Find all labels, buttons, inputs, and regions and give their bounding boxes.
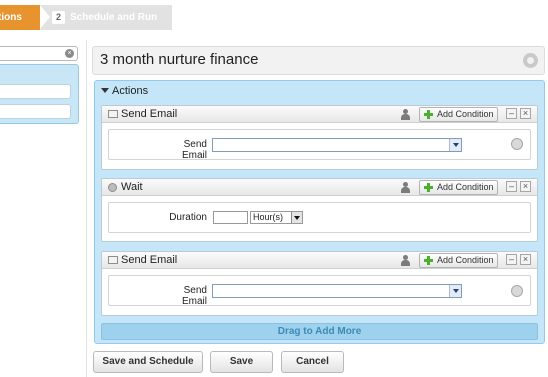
duration-unit-value: Hour(s) <box>253 212 284 222</box>
action-card-body: Duration Hour(s) <box>108 202 531 233</box>
action-card-header: Send Email Add Condition – × <box>102 106 537 123</box>
left-list-item[interactable] <box>0 84 71 99</box>
actions-header-label: Actions <box>112 85 149 97</box>
wizard-step-2-number: 2 <box>52 11 65 24</box>
clock-icon <box>108 183 117 192</box>
collapse-caret-icon[interactable] <box>101 88 109 93</box>
action-card-title: Send Email <box>121 108 178 120</box>
close-button[interactable]: × <box>520 254 531 265</box>
plus-icon <box>424 256 433 265</box>
plus-icon <box>424 110 433 119</box>
send-email-label: Send Email <box>181 139 207 161</box>
minimize-button[interactable]: – <box>506 254 517 265</box>
add-condition-button[interactable]: Add Condition <box>419 180 498 195</box>
action-card-title: Wait <box>121 181 143 193</box>
wizard-step-2-label: Schedule and Run <box>70 12 158 23</box>
clear-search-icon[interactable]: × <box>65 49 74 58</box>
left-action-list <box>0 64 79 124</box>
add-condition-label: Add Condition <box>437 182 494 192</box>
panel-divider <box>86 40 87 377</box>
actions-header[interactable]: Actions <box>101 85 148 97</box>
person-icon[interactable] <box>400 109 411 120</box>
search-input[interactable]: × <box>0 46 78 61</box>
email-options-icon[interactable] <box>511 285 523 297</box>
gear-icon[interactable] <box>523 53 538 68</box>
chevron-down-icon[interactable] <box>449 139 461 151</box>
wizard-step-divider <box>40 5 50 29</box>
email-options-icon[interactable] <box>511 138 523 150</box>
action-card-header: Send Email Add Condition – × <box>102 252 537 269</box>
duration-label: Duration <box>169 212 207 223</box>
action-card-send-email: Send Email Add Condition – × Send Email <box>101 251 538 316</box>
wizard-step-1-label: tions <box>0 12 22 23</box>
duration-input[interactable] <box>213 211 248 224</box>
wizard-step-1-arrow <box>30 5 40 29</box>
actions-panel: Actions Send Email Add Condition – × Sen… <box>94 80 545 344</box>
save-and-schedule-button[interactable]: Save and Schedule <box>93 351 203 373</box>
chevron-down-icon[interactable] <box>291 212 302 223</box>
plus-icon <box>424 183 433 192</box>
person-icon[interactable] <box>400 182 411 193</box>
campaign-title[interactable]: 3 month nurture finance <box>100 51 258 68</box>
send-email-label: Send Email <box>181 285 207 307</box>
email-select[interactable] <box>212 284 462 298</box>
add-condition-button[interactable]: Add Condition <box>419 253 498 268</box>
add-condition-button[interactable]: Add Condition <box>419 107 498 122</box>
email-icon <box>108 256 118 264</box>
cancel-button[interactable]: Cancel <box>281 351 344 373</box>
duration-unit-select[interactable]: Hour(s) <box>250 211 303 224</box>
chevron-down-icon[interactable] <box>449 285 461 297</box>
campaign-title-bar: 3 month nurture finance <box>92 46 545 75</box>
action-card-wait: Wait Add Condition – × Duration Hour(s) <box>101 178 538 242</box>
action-card-title: Send Email <box>121 254 178 266</box>
email-icon <box>108 110 118 118</box>
close-button[interactable]: × <box>520 181 531 192</box>
action-card-body: Send Email <box>108 275 531 307</box>
minimize-button[interactable]: – <box>506 108 517 119</box>
wizard-steps: tions 2 Schedule and Run <box>0 5 172 30</box>
close-button[interactable]: × <box>520 108 531 119</box>
drag-to-add-zone[interactable]: Drag to Add More <box>101 323 538 340</box>
minimize-button[interactable]: – <box>506 181 517 192</box>
wizard-step-2[interactable]: 2 Schedule and Run <box>40 5 172 30</box>
action-card-send-email: Send Email Add Condition – × Send Email <box>101 105 538 170</box>
action-card-header: Wait Add Condition – × <box>102 179 537 196</box>
save-button[interactable]: Save <box>210 351 273 373</box>
action-card-body: Send Email <box>108 129 531 161</box>
email-select[interactable] <box>212 138 462 152</box>
add-condition-label: Add Condition <box>437 109 494 119</box>
person-icon[interactable] <box>400 255 411 266</box>
left-list-item[interactable] <box>0 104 71 119</box>
add-condition-label: Add Condition <box>437 255 494 265</box>
